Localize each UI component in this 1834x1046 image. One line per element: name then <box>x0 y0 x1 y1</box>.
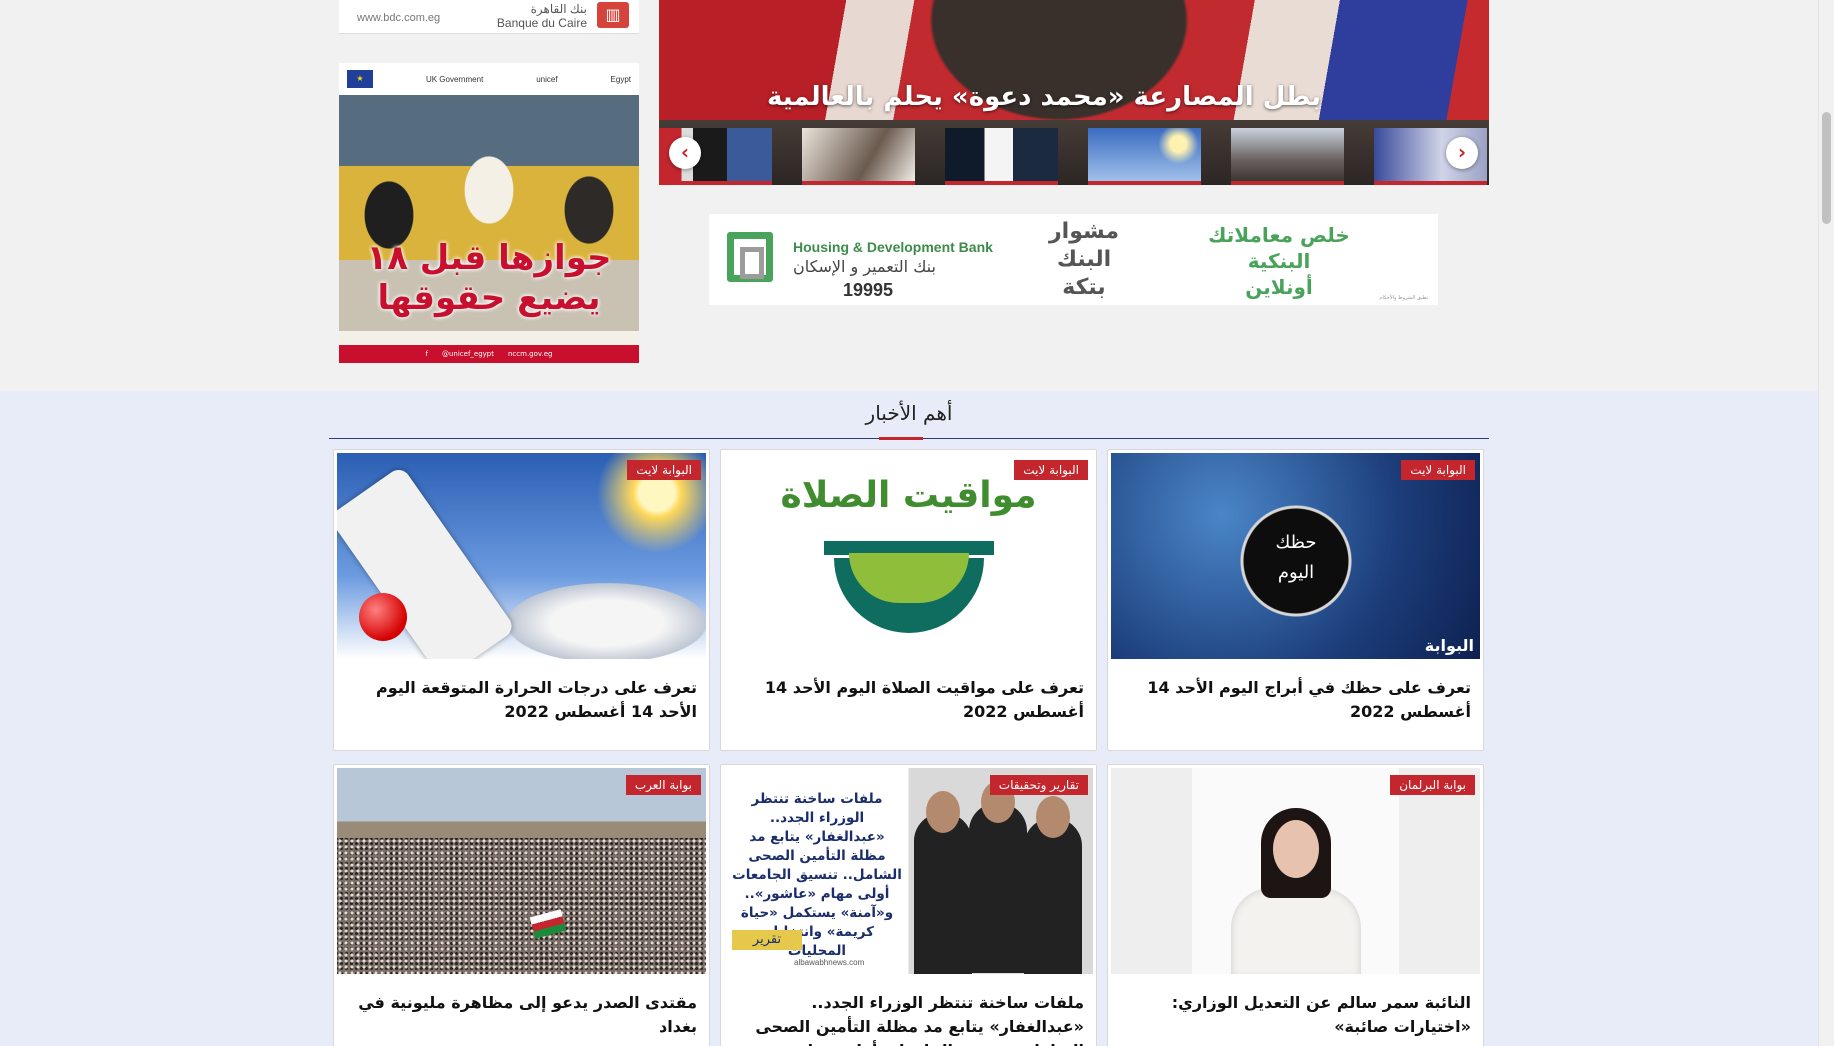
ad-footer-bar: f @unicef_egypt nccm.gov.eg <box>339 345 639 363</box>
ad-slogan-line-2: يضيع حقوقها <box>377 278 601 318</box>
slider-thumb[interactable] <box>945 128 1058 185</box>
card-image[interactable] <box>337 768 706 974</box>
ad-logo-bar: ★ UK Government unicef Egypt <box>339 63 639 95</box>
crowd-shape <box>337 838 706 974</box>
page-scrollbar[interactable] <box>1818 0 1834 1046</box>
slider-thumbnails <box>659 128 1489 185</box>
portrait-body <box>1231 888 1361 974</box>
hdb-hotline: 19995 <box>843 280 894 300</box>
news-card[interactable]: بوابة العرب مقتدى الصدر يدعو إلى مظاهرة … <box>333 764 710 1046</box>
card-title[interactable]: مقتدى الصدر يدعو إلى مظاهرة مليونية في ب… <box>346 991 697 1039</box>
chevron-right-icon: › <box>1457 140 1467 164</box>
slider-next-button[interactable]: › <box>1446 137 1478 169</box>
card-image-brand: البوابة <box>1424 636 1474 655</box>
portrait-face <box>1273 820 1319 878</box>
bank-logo-icon: ▥ <box>597 2 629 28</box>
hdb-logo-icon <box>727 232 773 282</box>
card-title[interactable]: تعرف على درجات الحرارة المتوقعة اليوم ال… <box>346 676 697 724</box>
hdb-right-line: خلص معاملاتك <box>1208 223 1350 247</box>
card-title[interactable]: تعرف على حظك في أبراج اليوم الأحد 14 أغس… <box>1120 676 1471 724</box>
ad-slogan-line-1: جوازها قبل ١٨ <box>366 238 612 278</box>
slider-thumb[interactable] <box>1088 128 1201 185</box>
hdb-mid-line: مشوار <box>1048 219 1119 244</box>
category-badge[interactable]: تقارير وتحقيقات <box>989 775 1088 795</box>
card-image-caption: مواقيت الصلاة <box>780 475 1037 516</box>
ad-footer-handle: @unicef_egypt <box>441 350 494 358</box>
category-badge[interactable]: بوابة البرلمان <box>1390 775 1475 795</box>
card-title[interactable]: تعرف على مواقيت الصلاة اليوم الأحد 14 أغ… <box>733 676 1084 724</box>
ad-url: www.bdc.com.eg <box>357 12 441 24</box>
chevron-left-icon: ‹ <box>680 140 690 164</box>
hdb-mid-line: بتكة <box>1062 275 1106 300</box>
slider-prev-button[interactable]: ‹ <box>669 137 701 169</box>
thermometer-bulb <box>359 593 407 641</box>
ad-logo-unicef: unicef <box>536 74 558 84</box>
minister-photo <box>1024 796 1082 974</box>
slider-thumb[interactable] <box>802 128 915 185</box>
category-badge[interactable]: البوابة لايت <box>1014 460 1088 480</box>
card-image[interactable]: حظك اليوم البوابة <box>1111 453 1480 659</box>
slider-thumb[interactable] <box>1231 128 1344 185</box>
slider-headline[interactable]: بطل المصارعة «محمد دعوة» يحلم بالعالمية <box>767 82 1321 112</box>
card-image-site: albawabhnews.com <box>794 958 865 967</box>
ad-bank-name: بنك القاهرة Banque du Caire <box>497 2 587 30</box>
card-image[interactable] <box>1111 768 1480 974</box>
eu-flag-icon: ★ <box>347 70 373 88</box>
section-header: أهم الأخبار <box>329 391 1489 440</box>
category-badge[interactable]: البوابة لايت <box>1401 460 1475 480</box>
hdb-mid-line: البنك <box>1056 247 1112 272</box>
hdb-terms: تطبق الشروط والأحكام <box>1379 295 1428 301</box>
section-title-accent <box>879 437 923 440</box>
ad-slogan: جوازها قبل ١٨ يضيع حقوقها <box>339 238 639 318</box>
hdb-mid-text: مشوار البنك بتكة <box>1039 218 1129 302</box>
minister-photo <box>969 781 1027 973</box>
category-badge[interactable]: بوابة العرب <box>625 775 701 795</box>
featured-news-slider[interactable]: بطل المصارعة «محمد دعوة» يحلم بالعالمية <box>659 0 1489 185</box>
card-image-caption: حظك اليوم <box>1275 532 1317 583</box>
news-card[interactable]: مواقيت الصلاة البوابة لايت تعرف على مواق… <box>720 449 1097 751</box>
ad-bank-name-en: Banque du Caire <box>496 16 587 30</box>
news-card[interactable]: ملفات ساخنة تنتظر الوزراء الجدد.. «عبدال… <box>720 764 1097 1046</box>
banque-du-caire-ad[interactable]: www.bdc.com.eg بنك القاهرة Banque du Cai… <box>339 0 639 34</box>
card-image[interactable] <box>337 453 706 659</box>
hdb-right-line: البنكية <box>1247 249 1311 273</box>
housing-development-bank-ad[interactable]: Housing & Development Bank بنك التعمير و… <box>709 214 1438 305</box>
minister-photo <box>914 791 972 974</box>
hdb-right-line: أونلاين <box>1245 275 1313 299</box>
category-badge[interactable]: البوابة لايت <box>627 460 701 480</box>
facebook-icon: f <box>425 350 428 358</box>
section-title: أهم الأخبار <box>865 401 953 425</box>
news-card[interactable]: حظك اليوم البوابة البوابة لايت تعرف على … <box>1107 449 1484 751</box>
ad-logo-egypt: Egypt <box>610 74 631 84</box>
ad-bank-name-ar: بنك القاهرة <box>530 2 587 16</box>
hdb-right-text: خلص معاملاتك البنكية أونلاين <box>1179 222 1379 300</box>
card-title[interactable]: النائبة سمر سالم عن التعديل الوزاري: «اخ… <box>1120 991 1471 1039</box>
hdb-name-en: Housing & Development Bank <box>793 239 993 255</box>
card-title[interactable]: ملفات ساخنة تنتظر الوزراء الجدد.. «عبدال… <box>733 991 1084 1046</box>
news-card[interactable]: البوابة لايت تعرف على درجات الحرارة المت… <box>333 449 710 751</box>
top-news-section: أهم الأخبار حظك اليوم البوابة البوابة لا… <box>0 391 1818 1046</box>
ad-logo-uk-government: UK Government <box>425 74 484 84</box>
cloud-shape <box>507 583 706 659</box>
ad-footer-site: nccm.gov.eg <box>508 350 553 358</box>
hdb-name-ar: بنك التعمير و الإسكان <box>793 257 936 276</box>
child-marriage-campaign-ad[interactable]: ★ UK Government unicef Egypt جوازها قبل … <box>339 63 639 363</box>
card-image[interactable]: مواقيت الصلاة <box>724 453 1093 659</box>
news-card[interactable]: بوابة البرلمان النائبة سمر سالم عن التعد… <box>1107 764 1484 1046</box>
card-image[interactable]: ملفات ساخنة تنتظر الوزراء الجدد.. «عبدال… <box>724 768 1093 974</box>
card-image-tag: تقرير <box>732 930 802 950</box>
scrollbar-thumb[interactable] <box>1822 112 1831 224</box>
